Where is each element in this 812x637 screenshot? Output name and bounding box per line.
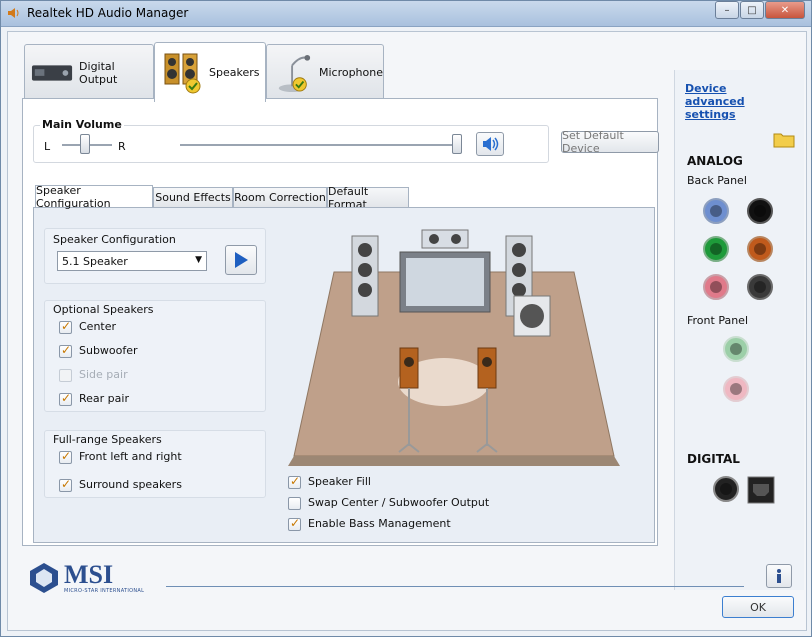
tab-speaker-configuration[interactable]: Speaker Configuration (35, 184, 153, 210)
back-panel-label: Back Panel (687, 174, 747, 187)
speaker-config-label: Speaker Configuration (53, 233, 176, 246)
speaker-config-group: Speaker Configuration 5.1 Speaker ▼ (44, 228, 266, 284)
minimize-button[interactable]: – (715, 1, 739, 19)
device-side-panel: Device advanced settings ANALOG Back Pan… (674, 70, 804, 590)
mute-button[interactable] (476, 132, 504, 156)
speaker-config-select[interactable]: 5.1 Speaker ▼ (57, 251, 207, 271)
rear-pair-checkbox[interactable] (59, 391, 72, 406)
speakers-panel: Main Volume L R Set Default Device Speak… (22, 98, 659, 546)
speaker-fill-label: Speaker Fill (308, 475, 371, 488)
main-volume-group: Main Volume L R (33, 118, 549, 163)
speaker-app-icon (8, 8, 19, 18)
set-default-device-button[interactable]: Set Default Device (561, 129, 659, 155)
front-mic-jack-icon[interactable] (723, 376, 749, 402)
digital-output-icon (31, 64, 73, 81)
front-out-jack-icon[interactable] (703, 236, 729, 262)
optional-speakers-group: Optional Speakers Center Subwoofer Side … (44, 300, 266, 412)
balance-left-label: L (44, 140, 51, 153)
center-sub-jack-icon[interactable] (747, 236, 773, 262)
tab-room-correction[interactable]: Room Correction (233, 187, 327, 207)
balance-slider-thumb[interactable] (80, 134, 90, 154)
line-in-jack-icon[interactable] (703, 198, 729, 224)
msi-shield-icon (30, 563, 58, 593)
speaker-fill-checkbox[interactable] (288, 474, 301, 489)
front-panel-label: Front Panel (687, 314, 748, 327)
tab-digital-output[interactable]: Digital Output (24, 44, 154, 100)
folder-icon[interactable] (773, 130, 795, 148)
tab-sound-effects[interactable]: Sound Effects (153, 187, 233, 207)
speaker-configuration-panel: Speaker Configuration 5.1 Speaker ▼ Opti… (33, 207, 655, 543)
subwoofer-icon (513, 295, 551, 337)
front-headphone-jack-icon[interactable] (723, 336, 749, 362)
tab-label: Microphone (318, 66, 383, 79)
tab-speakers[interactable]: Speakers (154, 42, 266, 102)
main-volume-label: Main Volume (40, 118, 124, 131)
play-test-button[interactable] (225, 245, 257, 275)
side-pair-checkbox (59, 369, 72, 382)
tab-label: Digital Output (79, 59, 118, 86)
info-icon (777, 569, 781, 583)
balance-right-label: R (118, 140, 126, 153)
speaker-config-value: 5.1 Speaker (62, 254, 128, 268)
volume-slider-thumb[interactable] (452, 134, 462, 154)
rear-out-jack-icon[interactable] (747, 198, 773, 224)
surround-speakers-checkbox[interactable] (59, 477, 72, 492)
side-out-jack-icon[interactable] (747, 274, 773, 300)
content-area: Digital Output Speakers Microphone Main … (7, 31, 807, 631)
center-label: Center (79, 320, 117, 333)
audio-manager-window: Realtek HD Audio Manager – □ ✕ Digital O… (0, 0, 812, 637)
tab-label: Speakers (209, 66, 260, 79)
volume-slider-track[interactable] (180, 144, 460, 146)
front-left-right-checkbox[interactable] (59, 449, 72, 464)
maximize-button[interactable]: □ (740, 1, 764, 19)
optional-speakers-label: Optional Speakers (53, 303, 154, 316)
rear-pair-label: Rear pair (79, 392, 129, 405)
coaxial-out-jack-icon[interactable] (713, 476, 739, 502)
optical-out-jack-icon[interactable] (747, 476, 775, 504)
fullrange-speakers-label: Full-range Speakers (53, 433, 162, 446)
subwoofer-checkbox[interactable] (59, 343, 72, 358)
center-speaker-icon (421, 229, 469, 249)
msi-brand: MSI (64, 560, 114, 589)
bass-management-label: Enable Bass Management (308, 517, 451, 530)
tab-default-format[interactable]: Default Format (327, 185, 409, 211)
front-left-speaker-icon (351, 235, 379, 317)
footer-divider (166, 586, 744, 587)
speakers-icon (164, 53, 201, 93)
front-left-right-label: Front left and right (79, 450, 182, 463)
surround-speakers-label: Surround speakers (79, 478, 182, 491)
device-advanced-settings-link[interactable]: Device advanced settings (685, 82, 781, 121)
msi-brand-sub: MICRO-STAR INTERNATIONAL (64, 588, 145, 594)
tab-microphone[interactable]: Microphone (266, 44, 384, 100)
microphone-icon (278, 54, 311, 92)
chevron-down-icon: ▼ (195, 255, 202, 265)
speaker-volume-icon (483, 137, 499, 151)
analog-title: ANALOG (687, 154, 743, 168)
swap-center-subwoofer-label: Swap Center / Subwoofer Output (308, 496, 490, 509)
center-checkbox[interactable] (59, 319, 72, 334)
speaker-room-visualization (288, 229, 620, 466)
title-bar: Realtek HD Audio Manager – □ ✕ (1, 1, 811, 27)
tv-icon (399, 251, 491, 313)
fullrange-speakers-group: Full-range Speakers Front left and right… (44, 430, 266, 498)
subwoofer-label: Subwoofer (79, 344, 138, 357)
bass-management-checkbox[interactable] (288, 516, 301, 531)
mic-in-jack-icon[interactable] (703, 274, 729, 300)
swap-center-subwoofer-checkbox[interactable] (288, 497, 301, 510)
digital-title: DIGITAL (687, 452, 740, 466)
msi-logo: MSI MICRO-STAR INTERNATIONAL (28, 560, 158, 596)
ok-button[interactable]: OK (722, 596, 794, 618)
side-pair-label: Side pair (79, 368, 128, 381)
window-title: Realtek HD Audio Manager (27, 6, 189, 20)
info-button[interactable] (766, 564, 792, 588)
close-button[interactable]: ✕ (765, 1, 805, 19)
play-icon (235, 252, 248, 268)
